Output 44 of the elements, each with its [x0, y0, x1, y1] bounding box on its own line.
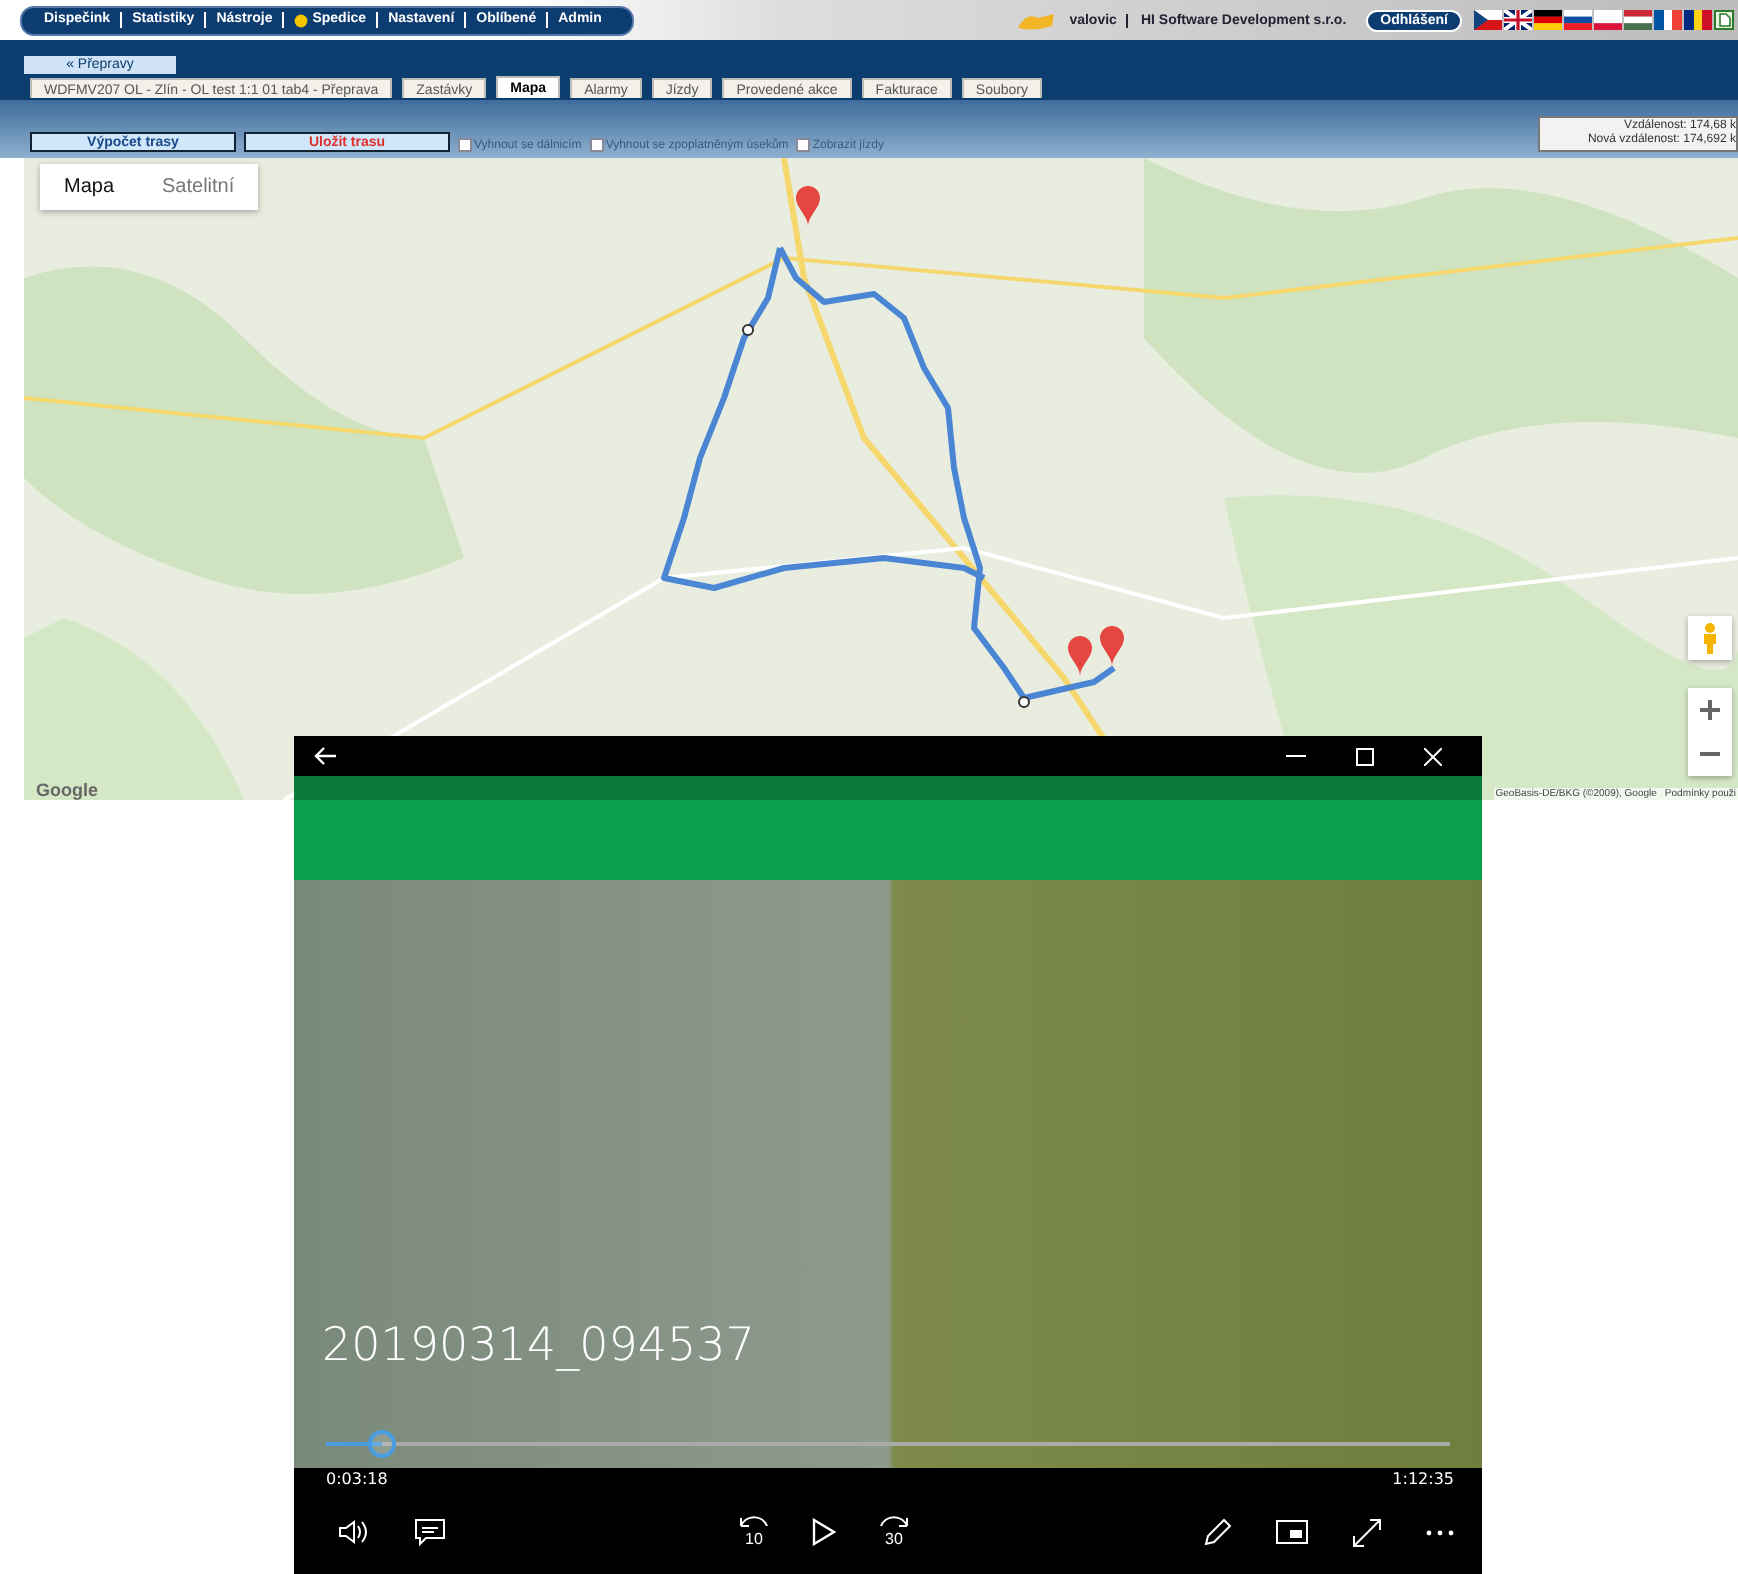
- more-button[interactable]: [1426, 1529, 1454, 1535]
- forward-arrow-icon: [880, 1516, 908, 1528]
- pencil-icon: [1202, 1517, 1232, 1547]
- fullscreen-button[interactable]: [1352, 1517, 1382, 1547]
- skip-forward-button[interactable]: 30: [880, 1516, 908, 1548]
- elapsed-time: 0:03:18: [326, 1470, 388, 1488]
- play-button[interactable]: [812, 1518, 836, 1546]
- zoom-out-button[interactable]: [1688, 732, 1732, 776]
- more-icon: [1426, 1529, 1454, 1535]
- map-logo: Google: [36, 780, 98, 800]
- close-icon: [1423, 747, 1441, 765]
- total-time: 1:12:35: [1392, 1470, 1454, 1488]
- volume-button[interactable]: [338, 1518, 370, 1546]
- minimize-icon: [1286, 754, 1306, 758]
- speaker-icon: [338, 1518, 370, 1546]
- flag-icon[interactable]: [1654, 10, 1682, 30]
- checkbox[interactable]: [589, 138, 604, 152]
- flag-icon[interactable]: [1564, 10, 1592, 30]
- map-type-tab[interactable]: Mapa: [40, 164, 139, 210]
- map-type-tab[interactable]: Satelitní: [138, 164, 259, 210]
- seek-handle[interactable]: [368, 1430, 397, 1458]
- play-icon: [812, 1518, 836, 1546]
- edit-button[interactable]: [1202, 1517, 1232, 1547]
- person-icon: [1702, 622, 1718, 654]
- subtitles-button[interactable]: [414, 1518, 446, 1546]
- speech-bubble-icon: [414, 1518, 446, 1546]
- checkbox[interactable]: [458, 138, 472, 152]
- back-arrow-icon: [313, 746, 335, 766]
- maximize-icon: [1355, 747, 1373, 765]
- flag-icon[interactable]: [1684, 10, 1712, 30]
- plus-icon: [1700, 700, 1720, 720]
- flag-icon[interactable]: [1504, 10, 1532, 30]
- flag-icon[interactable]: [1474, 10, 1502, 30]
- zoom-in-button[interactable]: [1688, 688, 1732, 732]
- diagonal-arrows-icon: [1352, 1517, 1382, 1547]
- export-icon[interactable]: [1714, 10, 1734, 30]
- checkbox[interactable]: [796, 138, 811, 152]
- video-title: 20190314_094537: [322, 1320, 755, 1372]
- mini-view-button[interactable]: [1276, 1520, 1308, 1544]
- skip-back-button[interactable]: 10: [740, 1516, 768, 1548]
- dot-icon: [294, 13, 309, 27]
- picture-in-picture-icon: [1276, 1520, 1308, 1544]
- rewind-arrow-icon: [740, 1516, 768, 1528]
- flag-icon[interactable]: [1534, 10, 1562, 30]
